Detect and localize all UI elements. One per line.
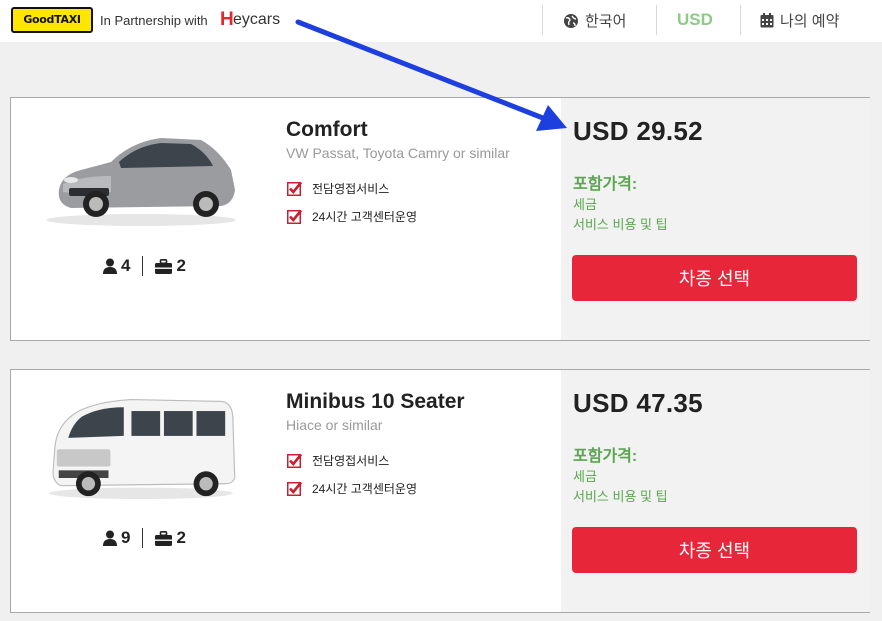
passenger-count: 4 [121,256,131,275]
passenger-count: 9 [121,528,131,547]
select-vehicle-button[interactable]: 차종 선택 [572,255,857,301]
globe-icon [564,13,578,28]
capacity-info: 4 2 [103,256,186,276]
language-label: 한국어 [585,13,627,30]
partner-text: In Partnership with [100,13,208,28]
vehicle-name: Minibus 10 Seater [286,390,465,413]
nav-divider [542,5,543,35]
included-item: 세금 [573,469,597,484]
luggage-icon [155,258,173,274]
vehicle-name: Comfort [286,118,368,141]
checkbox-checked-icon [287,209,302,224]
capacity-info: 9 2 [103,528,186,548]
luggage-count: 2 [176,256,186,275]
passenger-icon [103,530,117,546]
vehicle-models: VW Passat, Toyota Camry or similar [286,145,510,161]
feature-label: 24시간 고객센터운영 [312,210,418,224]
vehicle-models: Hiace or similar [286,417,383,433]
my-booking-link[interactable]: 나의 예약 [760,10,839,31]
price: USD 47.35 [573,388,703,418]
included-item: 서비스 비용 및 팁 [573,217,668,232]
currency-selector[interactable]: USD [677,10,713,30]
feature-item: 전담영접서비스 [287,180,389,197]
calendar-icon [760,13,774,28]
included-title: 포함가격: [573,176,638,193]
top-bar: GoodTAXI In Partnership with H eycars 한국… [0,0,882,42]
heycars-logo-text: eycars [233,11,281,28]
checkbox-checked-icon [287,481,302,496]
nav-divider [740,5,741,35]
select-vehicle-button[interactable]: 차종 선택 [572,527,857,573]
feature-item: 24시간 고객센터운영 [287,208,417,225]
included-title: 포함가격: [573,448,638,465]
my-booking-label: 나의 예약 [780,13,840,30]
feature-label: 24시간 고객센터운영 [312,482,418,496]
feature-label: 전담영접서비스 [312,454,390,468]
luggage-icon [155,530,173,546]
included-item: 세금 [573,197,597,212]
price: USD 29.52 [573,116,703,146]
language-selector[interactable]: 한국어 [563,10,626,31]
minibus-van-image [49,398,236,500]
vehicle-card-comfort: 4 2 Comfort VW Passat, Toyota Camry or s… [10,97,870,341]
sedan-car-image [46,138,236,226]
heycars-logo-h: H [220,9,234,30]
feature-label: 전담영접서비스 [312,182,390,196]
passenger-icon [103,258,117,274]
luggage-count: 2 [176,528,186,547]
checkbox-checked-icon [287,453,302,468]
nav-divider [656,5,657,35]
feature-item: 전담영접서비스 [287,452,389,469]
goodtaxi-logo[interactable]: GoodTAXI [11,7,93,33]
included-item: 서비스 비용 및 팁 [573,489,668,504]
checkbox-checked-icon [287,181,302,196]
vehicle-card-minibus: 9 2 Minibus 10 Seater Hiace or similar 전… [10,369,870,613]
feature-item: 24시간 고객센터운영 [287,480,417,497]
